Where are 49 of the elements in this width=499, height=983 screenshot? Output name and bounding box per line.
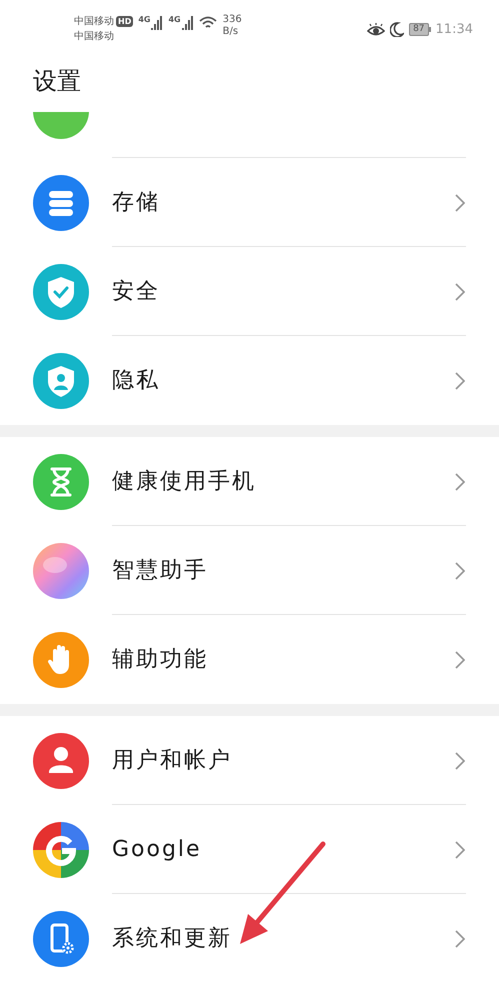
settings-item[interactable]: 智慧助手 [0, 526, 499, 615]
carrier-name: 中国移动 [74, 14, 114, 29]
settings-item[interactable]: 辅助功能 [0, 615, 499, 704]
signal-icon [151, 14, 164, 30]
person-icon[interactable] [33, 732, 89, 788]
settings-item[interactable]: 用户和帐户 [0, 716, 499, 805]
settings-label: 存储 [112, 189, 161, 217]
page-title: 设置 [33, 66, 81, 97]
settings-label: Google [112, 836, 203, 864]
chevron-right-icon [455, 562, 465, 580]
settings-item[interactable]: Google [0, 805, 499, 894]
settings-label: 隐私 [112, 367, 161, 395]
network-speed: 336 [222, 14, 242, 26]
clock-time: 11:34 [436, 21, 473, 39]
chevron-right-icon [455, 650, 465, 668]
settings-label: 智慧助手 [112, 557, 209, 585]
speed-unit: B/s [222, 26, 240, 38]
settings-item[interactable]: 存储 [0, 158, 499, 247]
gradient-bubble-icon[interactable] [33, 542, 89, 598]
g-logo-icon[interactable] [33, 822, 89, 878]
settings-label: 用户和帐户 [112, 747, 233, 775]
chevron-right-icon [455, 372, 465, 390]
hourglass-icon[interactable] [33, 454, 89, 510]
network-type: 4G [138, 14, 150, 26]
settings-item[interactable]: 隐私 [0, 336, 499, 425]
moon-icon [390, 22, 404, 38]
shield-person-icon[interactable] [33, 352, 89, 408]
signal-icon [182, 14, 194, 30]
storage-icon[interactable] [33, 174, 89, 230]
settings-label: 安全 [112, 278, 161, 306]
settings-label: 辅助功能 [112, 646, 209, 674]
settings-item[interactable]: 健康使用手机 [0, 437, 499, 526]
chevron-right-icon [455, 194, 465, 212]
network-type: 4G [168, 14, 181, 26]
eye-icon [367, 22, 386, 37]
battery-indicator: 87 [409, 23, 431, 36]
carrier-name: 中国移动 [74, 30, 115, 44]
settings-item[interactable]: 安全 [0, 247, 499, 336]
chevron-right-icon [455, 472, 465, 490]
chevron-right-icon [455, 752, 465, 770]
phone-gear-icon[interactable] [33, 910, 89, 966]
shield-check-icon[interactable] [33, 264, 89, 320]
chevron-right-icon [455, 282, 465, 300]
hand-icon[interactable] [33, 632, 89, 688]
hd-badge: HD [116, 16, 134, 27]
chevron-right-icon [455, 930, 465, 948]
settings-label: 系统和更新 [112, 925, 233, 953]
chevron-right-icon [455, 840, 465, 858]
settings-label: 健康使用手机 [112, 468, 257, 496]
